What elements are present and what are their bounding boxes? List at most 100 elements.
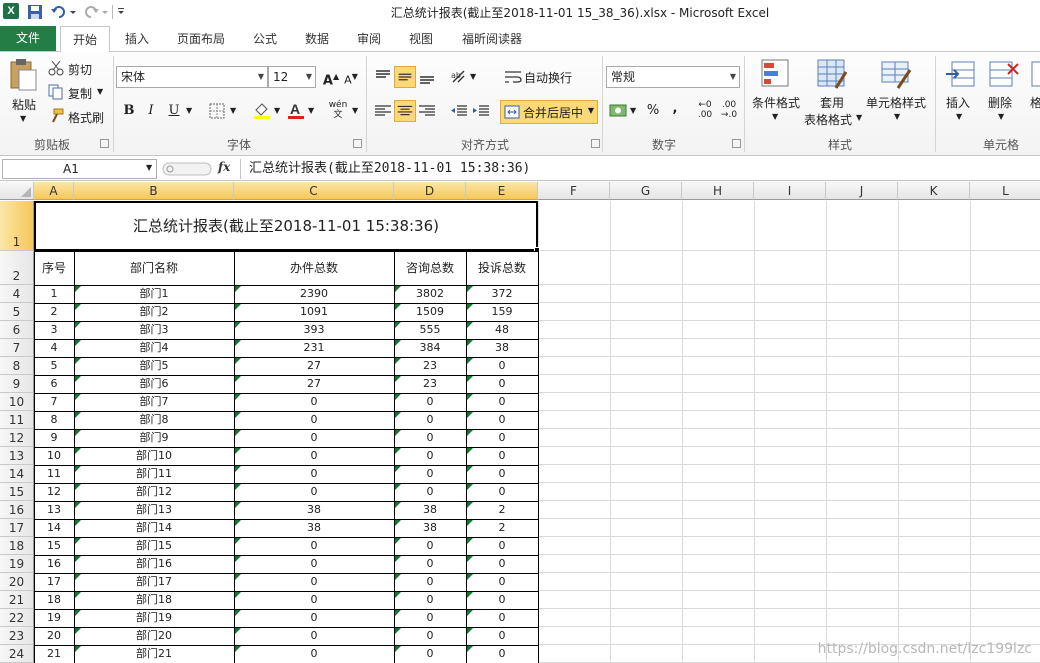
table-cell[interactable]: 部门19 <box>74 609 234 627</box>
table-cell[interactable]: 11 <box>34 465 74 483</box>
table-cell[interactable]: 部门11 <box>74 465 234 483</box>
delete-cells-icon[interactable] <box>988 58 1020 90</box>
column-header-A[interactable]: A <box>34 182 74 200</box>
format-as-table-line1[interactable]: 套用 <box>820 94 844 111</box>
table-cell[interactable]: 231 <box>234 339 394 357</box>
table-cell[interactable]: 0 <box>394 609 466 627</box>
conditional-formatting-button[interactable]: 条件格式 <box>752 94 800 111</box>
table-cell[interactable]: 15 <box>34 537 74 555</box>
row-header-14[interactable]: 14 <box>0 465 34 483</box>
tab-foxit-reader[interactable]: 福昕阅读器 <box>452 26 532 52</box>
table-cell[interactable]: 0 <box>466 447 538 465</box>
table-cell[interactable]: 部门15 <box>74 537 234 555</box>
table-cell[interactable]: 0 <box>394 447 466 465</box>
currency-icon[interactable] <box>608 100 630 122</box>
table-cell[interactable]: 21 <box>34 645 74 663</box>
scissors-icon[interactable] <box>48 60 64 76</box>
table-cell[interactable]: 3802 <box>394 285 466 303</box>
table-cell[interactable]: 部门20 <box>74 627 234 645</box>
table-cell[interactable]: 14 <box>34 519 74 537</box>
wrap-text-icon[interactable] <box>502 66 524 88</box>
table-cell[interactable]: 0 <box>234 465 394 483</box>
row-header-1[interactable]: 1 <box>0 201 34 251</box>
row-header-12[interactable]: 12 <box>0 429 34 447</box>
formula-input[interactable]: 汇总统计报表(截止至2018-11-01 15:38:36) <box>240 159 1040 179</box>
table-cell[interactable]: 2 <box>466 519 538 537</box>
underline-dropdown-icon[interactable]: ▼ <box>186 106 192 115</box>
fill-color-icon[interactable] <box>252 100 272 120</box>
table-header-cell[interactable]: 序号 <box>34 251 74 285</box>
table-cell[interactable]: 0 <box>234 627 394 645</box>
column-header-K[interactable]: K <box>898 182 970 200</box>
phonetic-dropdown-icon[interactable]: ▼ <box>352 106 358 115</box>
font-color-icon[interactable]: A <box>286 100 306 120</box>
table-cell[interactable]: 23 <box>394 357 466 375</box>
cut-button[interactable]: 剪切 <box>68 61 92 78</box>
table-cell[interactable]: 0 <box>394 645 466 663</box>
comma-style-button[interactable]: , <box>664 98 686 120</box>
decrease-decimal-icon[interactable]: .00 →.0 <box>718 100 740 122</box>
table-cell[interactable]: 23 <box>394 375 466 393</box>
table-cell[interactable]: 0 <box>466 591 538 609</box>
currency-dropdown-icon[interactable]: ▼ <box>630 106 636 115</box>
table-cell[interactable]: 部门14 <box>74 519 234 537</box>
phonetic-guide-icon[interactable]: wén 文 <box>326 100 350 122</box>
borders-dropdown-icon[interactable]: ▼ <box>230 106 236 115</box>
column-header-I[interactable]: I <box>754 182 826 200</box>
format-button[interactable]: 格 <box>1030 94 1040 111</box>
table-cell[interactable]: 0 <box>466 573 538 591</box>
table-cell[interactable]: 2 <box>466 501 538 519</box>
orientation-dropdown-icon[interactable]: ▼ <box>470 72 476 81</box>
table-cell[interactable]: 0 <box>466 555 538 573</box>
table-cell[interactable]: 0 <box>234 645 394 663</box>
tab-page-layout[interactable]: 页面布局 <box>168 26 234 52</box>
table-cell[interactable]: 0 <box>394 627 466 645</box>
table-cell[interactable]: 0 <box>234 393 394 411</box>
font-launcher-icon[interactable] <box>353 139 362 148</box>
table-cell[interactable]: 7 <box>34 393 74 411</box>
table-cell[interactable]: 部门2 <box>74 303 234 321</box>
table-cell[interactable]: 48 <box>466 321 538 339</box>
table-cell[interactable]: 20 <box>34 627 74 645</box>
column-header-H[interactable]: H <box>682 182 754 200</box>
table-header-cell[interactable]: 投诉总数 <box>466 251 538 285</box>
table-cell[interactable]: 0 <box>234 555 394 573</box>
table-cell[interactable]: 8 <box>34 411 74 429</box>
column-header-E[interactable]: E <box>466 182 538 200</box>
tab-view[interactable]: 视图 <box>400 26 442 52</box>
table-cell[interactable]: 0 <box>234 591 394 609</box>
increase-decimal-icon[interactable]: ←0.00 <box>694 100 716 122</box>
format-as-table-icon[interactable] <box>816 58 848 90</box>
fill-color-dropdown-icon[interactable]: ▼ <box>274 106 280 115</box>
copy-button[interactable]: 复制 <box>68 85 92 102</box>
tab-review[interactable]: 审阅 <box>348 26 390 52</box>
align-top-icon[interactable] <box>372 66 394 88</box>
percent-button[interactable]: % <box>642 100 664 122</box>
table-cell[interactable]: 0 <box>394 411 466 429</box>
table-cell[interactable]: 部门17 <box>74 573 234 591</box>
row-header-21[interactable]: 21 <box>0 591 34 609</box>
table-cell[interactable]: 0 <box>234 573 394 591</box>
name-box[interactable]: A1 <box>2 159 157 179</box>
table-cell[interactable]: 部门10 <box>74 447 234 465</box>
underline-button[interactable]: U <box>163 100 185 122</box>
tab-data[interactable]: 数据 <box>296 26 338 52</box>
paste-icon[interactable] <box>8 58 38 92</box>
table-cell[interactable]: 部门1 <box>74 285 234 303</box>
table-cell[interactable]: 部门5 <box>74 357 234 375</box>
format-painter-button[interactable]: 格式刷 <box>68 109 104 126</box>
table-cell[interactable]: 19 <box>34 609 74 627</box>
table-cell[interactable]: 0 <box>466 609 538 627</box>
table-cell[interactable]: 0 <box>394 573 466 591</box>
table-cell[interactable]: 1091 <box>234 303 394 321</box>
table-cell[interactable]: 0 <box>394 393 466 411</box>
table-cell[interactable]: 0 <box>466 411 538 429</box>
row-header-5[interactable]: 5 <box>0 303 34 321</box>
table-cell[interactable]: 0 <box>466 537 538 555</box>
column-header-B[interactable]: B <box>74 182 234 200</box>
insert-dropdown-icon[interactable]: ▼ <box>956 112 962 121</box>
table-cell[interactable]: 38 <box>466 339 538 357</box>
bold-button[interactable]: B <box>118 100 140 122</box>
wrap-text-button[interactable]: 自动换行 <box>524 69 572 86</box>
table-cell[interactable]: 部门8 <box>74 411 234 429</box>
